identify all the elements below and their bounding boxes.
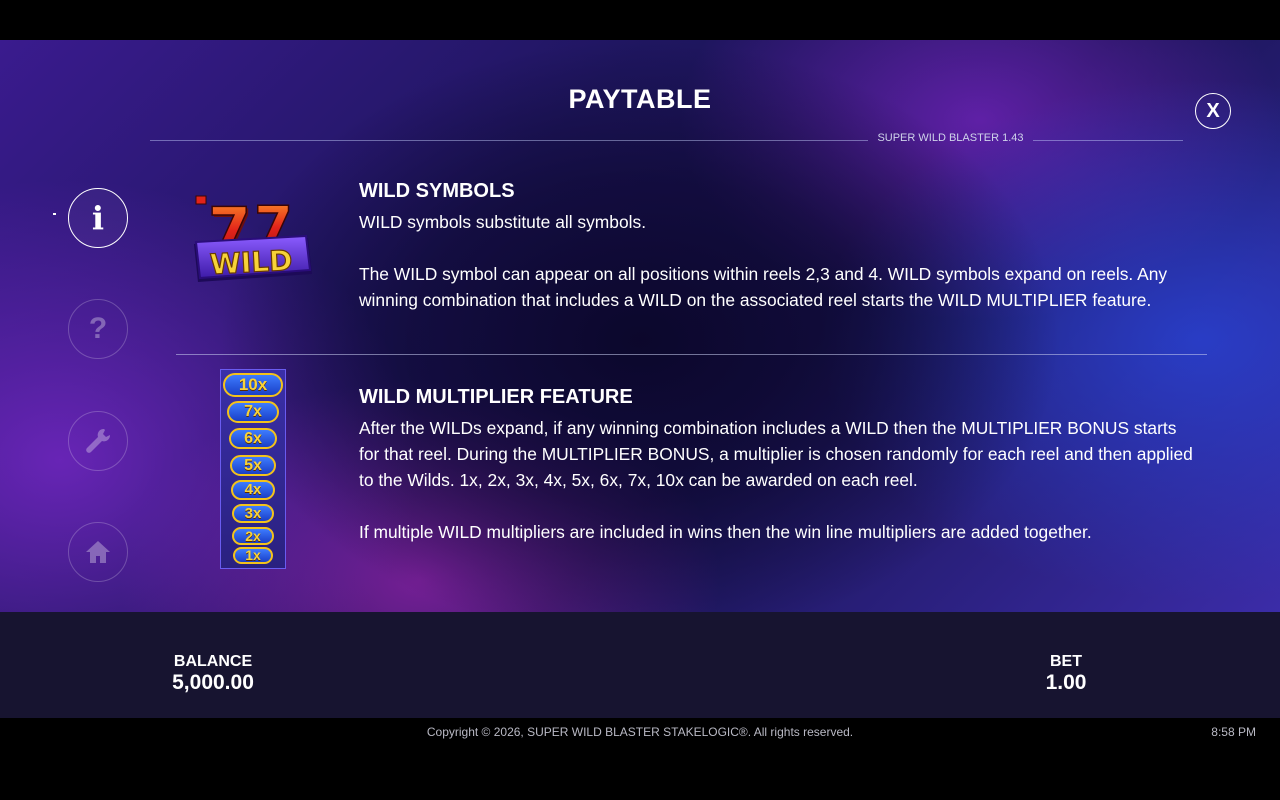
home-icon [86,541,110,563]
multiplier-section-title: WILD MULTIPLIER FEATURE [359,386,633,408]
top-black-bar [0,0,1280,40]
active-nav-indicator [53,213,56,215]
multiplier-pill: 4x [231,480,275,500]
balance-label: BALANCE [173,653,253,670]
multiplier-pill: 2x [232,527,274,545]
nav-home-button[interactable] [68,522,128,582]
copyright-text: Copyright © 2026, SUPER WILD BLASTER STA… [426,725,854,739]
nav-help-button[interactable]: ? [68,299,128,359]
wild-symbol-label: WILD [209,244,293,281]
wild-section-text-2: The WILD symbol can appear on all positi… [359,264,1168,310]
nav-settings-button[interactable] [68,411,128,471]
clock-time: 8:58 PM [1211,725,1256,739]
wild-section-text-1: WILD symbols substitute all symbols. [359,212,647,232]
bet-value: 1.00 [1045,671,1087,694]
multiplier-pill: 1x [233,547,273,564]
multiplier-section-text-1: After the WILDs expand, if any winning c… [359,418,1193,490]
multiplier-section-text-2: If multiple WILD multipliers are include… [359,522,1092,542]
game-version: SUPER WILD BLASTER 1.43 [877,132,1024,144]
close-icon: X [1206,100,1220,122]
balance-value: 5,000.00 [172,671,254,694]
wild-symbol-image: 7 7 7 WILD [190,178,316,290]
settings-wrench-icon [86,428,111,453]
title-divider-right [1033,140,1183,141]
title-divider-left [150,140,868,141]
multiplier-pill: 6x [229,428,277,449]
help-icon: ? [88,312,108,345]
multiplier-pill: 7x [227,401,279,423]
multiplier-pill: 10x [223,373,283,397]
bet-label: BET [1050,653,1082,670]
page-title: PAYTABLE [568,84,712,114]
multiplier-pill: 3x [232,504,274,523]
wild-section-title: WILD SYMBOLS [359,180,515,202]
multiplier-pill: 5x [230,455,276,476]
nav-info-button[interactable]: i [68,188,128,248]
close-button[interactable]: X [1195,93,1231,129]
section-divider [176,354,1207,355]
multiplier-column-image: 10x 7x 6x 5x 4x 3x 2x 1x [220,369,286,569]
info-icon: i [91,199,105,237]
